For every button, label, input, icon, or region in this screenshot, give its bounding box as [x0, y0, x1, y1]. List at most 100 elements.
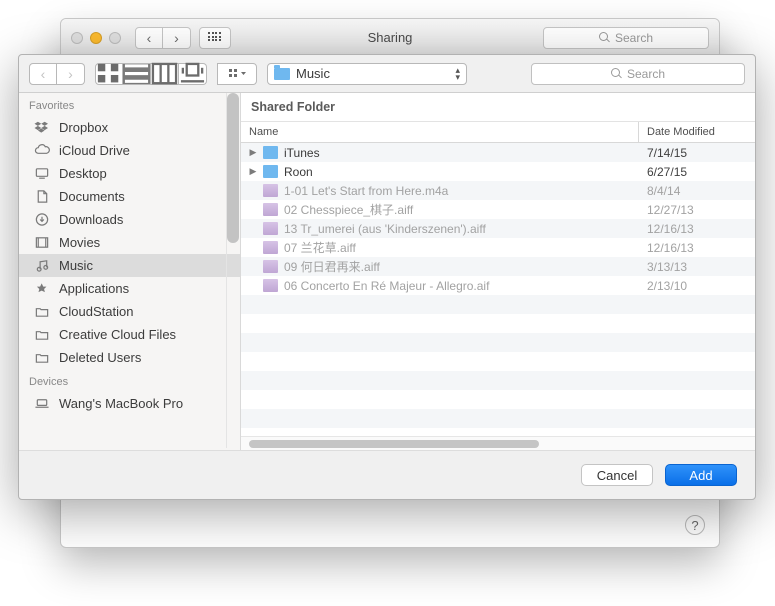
sidebar-item-label: Desktop [59, 166, 107, 181]
dropbox-icon [33, 120, 51, 135]
folder-icon [263, 146, 278, 159]
zoom-window-icon[interactable] [109, 32, 121, 44]
sidebar-section-header: Devices [19, 369, 240, 392]
help-button[interactable]: ? [685, 515, 705, 535]
sidebar-item-applications[interactable]: Applications [19, 277, 240, 300]
file-row[interactable]: ▶02 Chesspiece_棋子.aiff12/27/13 [241, 200, 755, 219]
file-row [241, 428, 755, 436]
file-row[interactable]: ▶Roon6/27/15 [241, 162, 755, 181]
sheet-search-field[interactable]: Search [531, 63, 745, 85]
cancel-button[interactable]: Cancel [581, 464, 653, 486]
sidebar-item-downloads[interactable]: Downloads [19, 208, 240, 231]
shared-folder-title: Shared Folder [241, 93, 755, 122]
file-date: 12/16/13 [639, 241, 755, 255]
sidebar-item-movies[interactable]: Movies [19, 231, 240, 254]
list-view-icon [123, 62, 150, 85]
file-row [241, 371, 755, 390]
minimize-window-icon[interactable] [90, 32, 102, 44]
documents-icon [33, 189, 51, 204]
file-date: 8/4/14 [639, 184, 755, 198]
arrange-button[interactable] [217, 63, 257, 85]
file-row[interactable]: ▶09 何日君再来.aiff3/13/13 [241, 257, 755, 276]
sheet-toolbar: ‹ › Music ▴▾ [19, 55, 755, 93]
file-name: 02 Chesspiece_棋子.aiff [284, 201, 413, 218]
sidebar-item-wang-s-macbook-pro[interactable]: Wang's MacBook Pro [19, 392, 240, 415]
file-list-area: Shared Folder Name Date Modified ▶ iTunes… [241, 93, 755, 450]
disclosure-triangle-icon[interactable]: ▶ [249, 166, 257, 177]
file-row [241, 295, 755, 314]
sidebar-item-icloud-drive[interactable]: iCloud Drive [19, 139, 240, 162]
column-header-name[interactable]: Name [241, 122, 639, 142]
nav-segment: ‹ › [29, 63, 85, 85]
chevron-left-icon: ‹ [41, 67, 46, 81]
file-date: 12/27/13 [639, 203, 755, 217]
bg-grid-button[interactable] [199, 27, 231, 49]
horizontal-scrollbar[interactable] [241, 436, 755, 450]
sidebar-item-music[interactable]: Music [19, 254, 240, 277]
coverflow-view-icon [179, 62, 206, 85]
close-window-icon[interactable] [71, 32, 83, 44]
list-view-button[interactable] [123, 63, 151, 85]
bg-search-placeholder: Search [615, 31, 653, 45]
arrange-segment [217, 63, 257, 85]
file-name: 07 兰花草.aiff [284, 239, 356, 256]
file-row[interactable]: ▶13 Tr_umerei (aus 'Kinderszenen').aiff1… [241, 219, 755, 238]
window-title: Sharing [368, 30, 413, 45]
file-date: 6/27/15 [639, 165, 755, 179]
file-date: 3/13/13 [639, 260, 755, 274]
disclosure-triangle-icon[interactable]: ▶ [249, 147, 257, 158]
forward-button[interactable]: › [57, 63, 85, 85]
movies-icon [33, 235, 51, 250]
file-date: 7/14/15 [639, 146, 755, 160]
file-rows[interactable]: ▶ iTunes 7/14/15 ▶Roon6/27/15▶1-01 Let's St… [241, 143, 755, 436]
sidebar-item-creative-cloud-files[interactable]: Creative Cloud Files [19, 323, 240, 346]
search-icon [599, 32, 610, 43]
file-row [241, 333, 755, 352]
audio-file-icon [263, 222, 278, 235]
file-name: iTunes [284, 146, 320, 160]
sidebar-scrollbar-thumb[interactable] [227, 93, 239, 243]
audio-file-icon [263, 260, 278, 273]
file-row[interactable]: ▶06 Concerto En Ré Majeur - Allegro.aif2… [241, 276, 755, 295]
music-icon [33, 258, 51, 273]
path-popup[interactable]: Music ▴▾ [267, 63, 467, 85]
audio-file-icon [263, 184, 278, 197]
view-segment [95, 63, 207, 85]
titlebar: ‹ › Sharing Search [61, 19, 719, 57]
file-row[interactable]: ▶1-01 Let's Start from Here.m4a8/4/14 [241, 181, 755, 200]
icloud-icon [33, 143, 51, 158]
bg-forward-button[interactable]: › [163, 27, 191, 49]
sidebar-item-desktop[interactable]: Desktop [19, 162, 240, 185]
bg-nav: ‹ › [135, 27, 191, 49]
bg-search-field[interactable]: Search [543, 27, 709, 49]
sidebar-item-label: Movies [59, 235, 100, 250]
search-icon [611, 68, 622, 79]
sidebar-item-label: Creative Cloud Files [59, 327, 176, 342]
sheet-footer: Cancel Add [19, 451, 755, 499]
add-button[interactable]: Add [665, 464, 737, 486]
column-header-date[interactable]: Date Modified [639, 122, 755, 142]
file-row [241, 409, 755, 428]
sidebar-item-dropbox[interactable]: Dropbox [19, 116, 240, 139]
horizontal-scrollbar-thumb[interactable] [249, 440, 539, 448]
file-name: 13 Tr_umerei (aus 'Kinderszenen').aiff [284, 222, 486, 236]
grid-icon [208, 32, 222, 43]
sidebar-item-documents[interactable]: Documents [19, 185, 240, 208]
column-view-button[interactable] [151, 63, 179, 85]
sidebar-item-deleted-users[interactable]: Deleted Users [19, 346, 240, 369]
file-row[interactable]: ▶07 兰花草.aiff12/16/13 [241, 238, 755, 257]
sidebar-scrollbar[interactable] [226, 93, 240, 448]
laptop-icon [33, 396, 51, 411]
sidebar-item-cloudstation[interactable]: CloudStation [19, 300, 240, 323]
file-row [241, 390, 755, 409]
bg-back-button[interactable]: ‹ [135, 27, 163, 49]
icon-view-button[interactable] [95, 63, 123, 85]
sheet-body: FavoritesDropboxiCloud DriveDesktopDocum… [19, 93, 755, 451]
back-button[interactable]: ‹ [29, 63, 57, 85]
icon-view-icon [96, 62, 122, 84]
window-controls [71, 32, 121, 44]
folder-icon [33, 327, 51, 342]
file-row[interactable]: ▶ iTunes 7/14/15 [241, 143, 755, 162]
chevron-right-icon: › [174, 31, 179, 45]
coverflow-view-button[interactable] [179, 63, 207, 85]
